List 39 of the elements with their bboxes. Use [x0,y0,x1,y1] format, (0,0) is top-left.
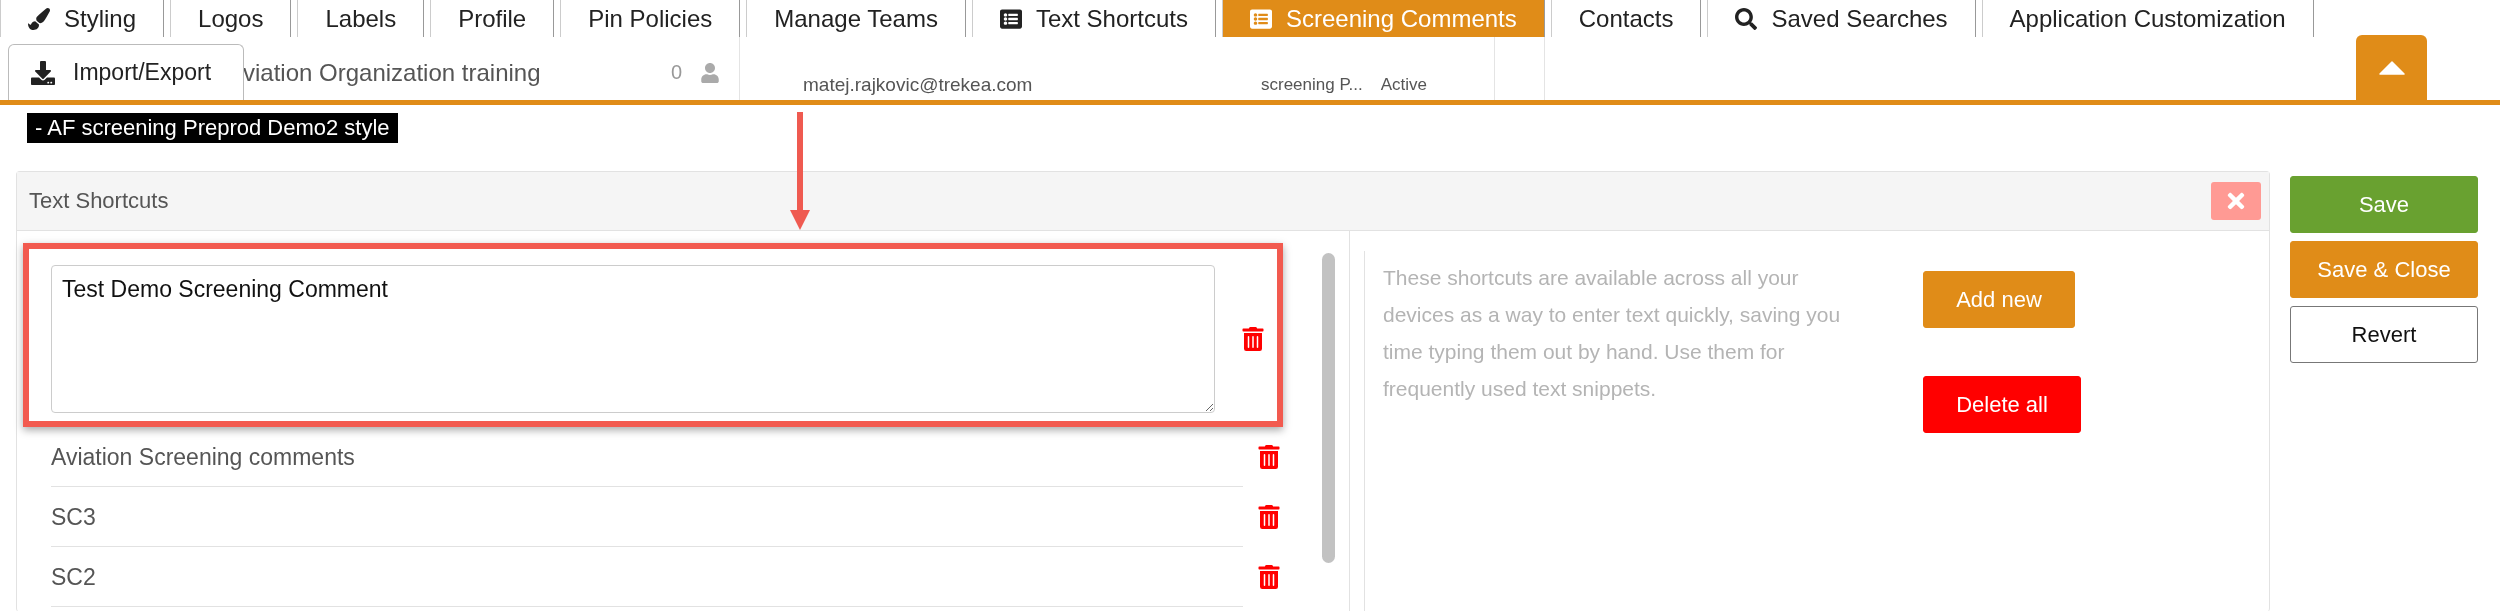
scrollbar-thumb[interactable] [1322,253,1335,563]
status-text: Active [1380,75,1428,95]
tab[interactable]: Contacts [1550,0,1702,37]
shortcut-input[interactable]: Test Demo Screening Comment [51,265,1215,413]
search-icon [1735,7,1758,30]
organization-name: viation Organization training [243,58,542,87]
close-button[interactable] [2211,182,2261,220]
tab[interactable]: Logos [170,0,292,37]
description-text: These shortcuts are available across all your devices as a way to enter text quickly, saving you time typing them out by hand. Use them for frequently used text snippets. [1364,251,1873,611]
shortcut-item[interactable]: SC2 [51,547,1243,607]
style-label: - AF screening Preprod Demo2 style [27,113,398,143]
list-icon [1250,7,1272,30]
tab[interactable]: Saved Searches [1707,0,1976,37]
panel-title: Text Shortcuts [29,188,169,214]
tab[interactable]: Labels [297,0,425,37]
person-icon [700,62,721,83]
shortcut-item[interactable]: Aviation Screening comments [51,427,1243,487]
tab[interactable]: Profile [430,0,555,37]
member-count: 0 [671,61,683,84]
delete-all-button[interactable]: Delete all [1923,376,2081,433]
type-text: screening P... [1261,75,1363,95]
email-text: matej.rajkovic@trekea.com [803,74,1034,96]
tab[interactable]: Application Customization [1981,0,2314,37]
paintbrush-icon [28,7,50,30]
tab[interactable]: Manage Teams [746,0,966,37]
trash-icon[interactable] [1257,565,1281,589]
download-icon [31,60,55,85]
tab[interactable]: Text Shortcuts [971,0,1216,37]
trash-icon[interactable] [1257,445,1281,469]
trash-icon[interactable] [1257,505,1281,529]
tab[interactable]: Styling [0,0,165,37]
revert-button[interactable]: Revert [2290,306,2478,363]
tab[interactable]: Pin Policies [560,0,741,37]
list-icon [999,7,1022,30]
trash-icon[interactable] [1241,327,1265,351]
scroll-up-button[interactable] [2356,35,2427,100]
caret-up-icon [2378,60,2405,75]
import-export-button[interactable]: Import/Export [8,44,244,100]
shortcut-item[interactable]: SC3 [51,487,1243,547]
